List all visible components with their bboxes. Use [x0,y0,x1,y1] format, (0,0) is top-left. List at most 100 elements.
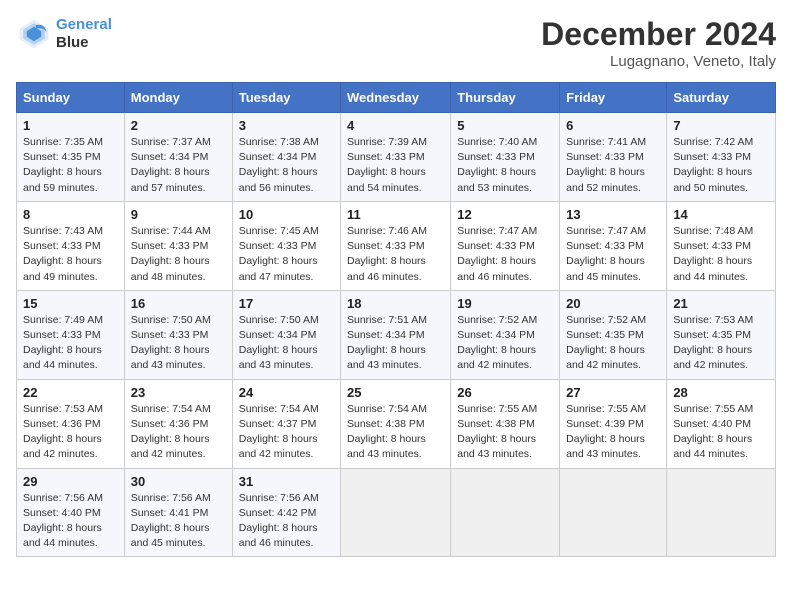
day-info: Sunrise: 7:53 AM Sunset: 4:36 PM Dayligh… [23,402,118,463]
daylight-label: Daylight: 8 hours and 43 minutes. [347,433,426,460]
day-number: 14 [673,207,769,222]
day-number: 5 [457,118,553,133]
day-number: 30 [131,474,226,489]
day-number: 13 [566,207,660,222]
logo-text-line1: General [56,16,112,34]
table-row: 9 Sunrise: 7:44 AM Sunset: 4:33 PM Dayli… [124,201,232,290]
daylight-label: Daylight: 8 hours and 52 minutes. [566,166,645,193]
day-number: 18 [347,296,444,311]
day-info: Sunrise: 7:37 AM Sunset: 4:34 PM Dayligh… [131,135,226,196]
day-number: 19 [457,296,553,311]
table-row: 16 Sunrise: 7:50 AM Sunset: 4:33 PM Dayl… [124,290,232,379]
sunset-label: Sunset: 4:33 PM [673,240,751,252]
day-info: Sunrise: 7:56 AM Sunset: 4:42 PM Dayligh… [239,491,334,552]
table-row: 5 Sunrise: 7:40 AM Sunset: 4:33 PM Dayli… [451,113,560,202]
daylight-label: Daylight: 8 hours and 42 minutes. [23,433,102,460]
day-info: Sunrise: 7:54 AM Sunset: 4:37 PM Dayligh… [239,402,334,463]
table-row: 26 Sunrise: 7:55 AM Sunset: 4:38 PM Dayl… [451,379,560,468]
daylight-label: Daylight: 8 hours and 42 minutes. [239,433,318,460]
sunset-label: Sunset: 4:33 PM [566,240,644,252]
table-row: 31 Sunrise: 7:56 AM Sunset: 4:42 PM Dayl… [232,468,340,557]
sunrise-label: Sunrise: 7:52 AM [457,314,537,326]
day-info: Sunrise: 7:55 AM Sunset: 4:40 PM Dayligh… [673,402,769,463]
table-row: 17 Sunrise: 7:50 AM Sunset: 4:34 PM Dayl… [232,290,340,379]
day-info: Sunrise: 7:48 AM Sunset: 4:33 PM Dayligh… [673,224,769,285]
day-number: 2 [131,118,226,133]
day-info: Sunrise: 7:55 AM Sunset: 4:39 PM Dayligh… [566,402,660,463]
day-number: 6 [566,118,660,133]
table-row [451,468,560,557]
col-monday: Monday [124,83,232,113]
day-info: Sunrise: 7:39 AM Sunset: 4:33 PM Dayligh… [347,135,444,196]
day-info: Sunrise: 7:38 AM Sunset: 4:34 PM Dayligh… [239,135,334,196]
day-info: Sunrise: 7:55 AM Sunset: 4:38 PM Dayligh… [457,402,553,463]
day-number: 15 [23,296,118,311]
sunset-label: Sunset: 4:33 PM [239,240,317,252]
sunset-label: Sunset: 4:38 PM [457,418,535,430]
day-number: 28 [673,385,769,400]
sunrise-label: Sunrise: 7:35 AM [23,136,103,148]
calendar-week-row: 22 Sunrise: 7:53 AM Sunset: 4:36 PM Dayl… [17,379,776,468]
sunset-label: Sunset: 4:40 PM [23,507,101,519]
day-number: 10 [239,207,334,222]
daylight-label: Daylight: 8 hours and 43 minutes. [131,344,210,371]
col-wednesday: Wednesday [341,83,451,113]
sunset-label: Sunset: 4:34 PM [131,151,209,163]
daylight-label: Daylight: 8 hours and 43 minutes. [457,433,536,460]
table-row: 25 Sunrise: 7:54 AM Sunset: 4:38 PM Dayl… [341,379,451,468]
table-row: 6 Sunrise: 7:41 AM Sunset: 4:33 PM Dayli… [560,113,667,202]
day-number: 3 [239,118,334,133]
table-row: 20 Sunrise: 7:52 AM Sunset: 4:35 PM Dayl… [560,290,667,379]
sunset-label: Sunset: 4:33 PM [457,151,535,163]
daylight-label: Daylight: 8 hours and 44 minutes. [673,255,752,282]
sunrise-label: Sunrise: 7:53 AM [673,314,753,326]
sunset-label: Sunset: 4:35 PM [23,151,101,163]
daylight-label: Daylight: 8 hours and 45 minutes. [131,522,210,549]
table-row: 24 Sunrise: 7:54 AM Sunset: 4:37 PM Dayl… [232,379,340,468]
day-number: 27 [566,385,660,400]
day-number: 29 [23,474,118,489]
day-number: 31 [239,474,334,489]
table-row [560,468,667,557]
sunset-label: Sunset: 4:33 PM [673,151,751,163]
daylight-label: Daylight: 8 hours and 54 minutes. [347,166,426,193]
day-info: Sunrise: 7:52 AM Sunset: 4:35 PM Dayligh… [566,313,660,374]
calendar-week-row: 8 Sunrise: 7:43 AM Sunset: 4:33 PM Dayli… [17,201,776,290]
table-row: 2 Sunrise: 7:37 AM Sunset: 4:34 PM Dayli… [124,113,232,202]
daylight-label: Daylight: 8 hours and 44 minutes. [23,522,102,549]
day-number: 24 [239,385,334,400]
table-row: 14 Sunrise: 7:48 AM Sunset: 4:33 PM Dayl… [667,201,776,290]
table-row: 11 Sunrise: 7:46 AM Sunset: 4:33 PM Dayl… [341,201,451,290]
col-saturday: Saturday [667,83,776,113]
day-info: Sunrise: 7:54 AM Sunset: 4:38 PM Dayligh… [347,402,444,463]
table-row: 8 Sunrise: 7:43 AM Sunset: 4:33 PM Dayli… [17,201,125,290]
day-info: Sunrise: 7:35 AM Sunset: 4:35 PM Dayligh… [23,135,118,196]
sunset-label: Sunset: 4:33 PM [23,329,101,341]
sunset-label: Sunset: 4:39 PM [566,418,644,430]
daylight-label: Daylight: 8 hours and 46 minutes. [457,255,536,282]
sunrise-label: Sunrise: 7:54 AM [347,403,427,415]
calendar-table: Sunday Monday Tuesday Wednesday Thursday… [16,82,776,557]
day-number: 25 [347,385,444,400]
day-number: 17 [239,296,334,311]
sunrise-label: Sunrise: 7:50 AM [239,314,319,326]
daylight-label: Daylight: 8 hours and 43 minutes. [239,344,318,371]
logo: General Blue [16,16,112,52]
sunrise-label: Sunrise: 7:47 AM [457,225,537,237]
calendar-week-row: 1 Sunrise: 7:35 AM Sunset: 4:35 PM Dayli… [17,113,776,202]
day-info: Sunrise: 7:51 AM Sunset: 4:34 PM Dayligh… [347,313,444,374]
day-info: Sunrise: 7:44 AM Sunset: 4:33 PM Dayligh… [131,224,226,285]
sunset-label: Sunset: 4:33 PM [131,329,209,341]
sunset-label: Sunset: 4:41 PM [131,507,209,519]
day-info: Sunrise: 7:41 AM Sunset: 4:33 PM Dayligh… [566,135,660,196]
sunrise-label: Sunrise: 7:55 AM [673,403,753,415]
sunrise-label: Sunrise: 7:40 AM [457,136,537,148]
table-row: 18 Sunrise: 7:51 AM Sunset: 4:34 PM Dayl… [341,290,451,379]
sunrise-label: Sunrise: 7:50 AM [131,314,211,326]
sunset-label: Sunset: 4:33 PM [131,240,209,252]
daylight-label: Daylight: 8 hours and 43 minutes. [347,344,426,371]
daylight-label: Daylight: 8 hours and 44 minutes. [673,433,752,460]
day-info: Sunrise: 7:43 AM Sunset: 4:33 PM Dayligh… [23,224,118,285]
day-number: 12 [457,207,553,222]
sunrise-label: Sunrise: 7:42 AM [673,136,753,148]
